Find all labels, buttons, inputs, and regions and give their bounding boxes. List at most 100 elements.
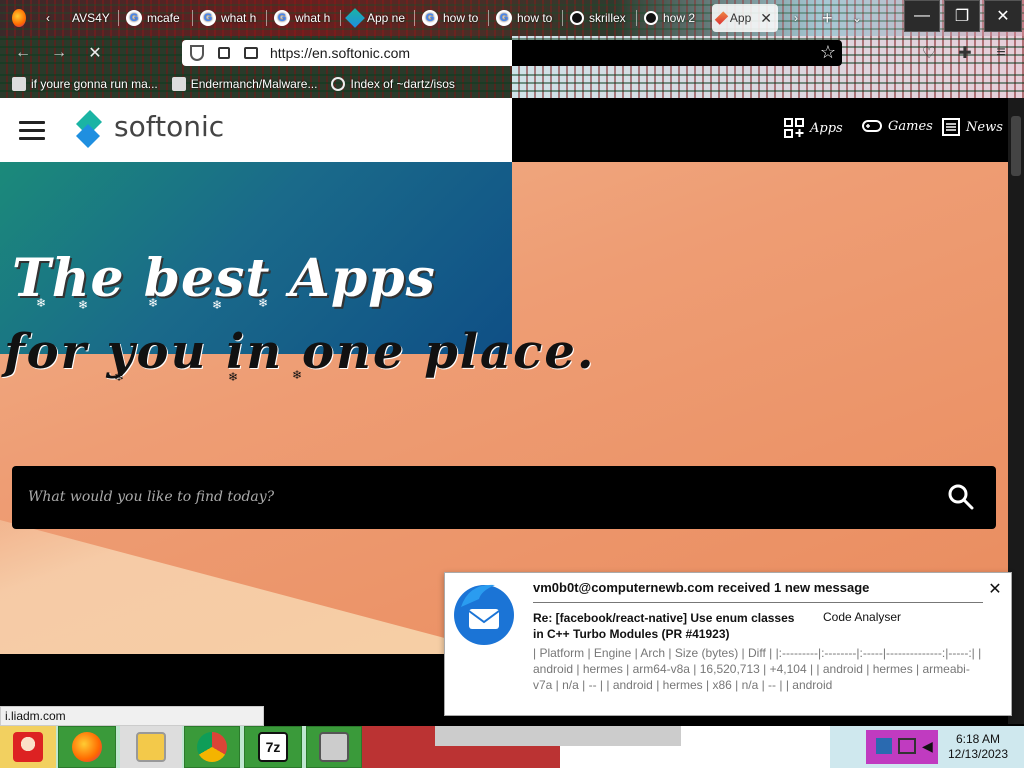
clock-date: 12/13/2023	[947, 747, 1009, 761]
stop-button[interactable]: ✕	[84, 42, 106, 64]
search-icon[interactable]	[948, 484, 974, 510]
chevron-down-icon: ⌄	[852, 11, 863, 25]
softonic-logo-icon[interactable]	[72, 110, 106, 148]
menu-button[interactable]	[19, 121, 45, 140]
tab[interactable]: G what h	[268, 4, 338, 32]
extensions-button[interactable]: ✚	[954, 42, 976, 64]
nav-games[interactable]: Games	[862, 118, 933, 134]
bookmark-label: Endermanch/Malware...	[190, 77, 318, 91]
status-url: i.liadm.com	[0, 706, 264, 726]
close-icon[interactable]: ✕	[987, 579, 1003, 599]
tab-active[interactable]: App ✕	[712, 4, 778, 32]
tab[interactable]: G mcafe	[120, 4, 190, 32]
forward-button[interactable]: →	[48, 42, 70, 64]
app-menu-button[interactable]: ≡	[990, 42, 1012, 64]
system-clock[interactable]: 6:18 AM 12/13/2023	[940, 732, 1016, 762]
logo-text[interactable]: softonic	[114, 110, 224, 143]
nav-label: News	[966, 119, 1003, 135]
restore-icon: ❐	[954, 8, 970, 25]
github-icon	[644, 11, 658, 25]
clock-time: 6:18 AM	[955, 732, 1001, 746]
firefox-icon	[72, 732, 102, 762]
taskbar-task-manager[interactable]	[306, 726, 362, 768]
bookmark-item[interactable]: Endermanch/Malware...	[171, 77, 318, 91]
tab-firefox-menu[interactable]	[6, 4, 32, 32]
tab-label: how to	[443, 11, 479, 25]
back-button[interactable]: ←	[12, 42, 34, 64]
bookmark-item[interactable]: if youre gonna run ma...	[12, 77, 158, 91]
taskbar-firefox[interactable]	[58, 726, 116, 768]
nav-news[interactable]: News	[942, 118, 1003, 136]
stop-x-icon: ✕	[88, 45, 102, 62]
bookmark-icon	[12, 77, 26, 91]
bookmark-label: Index of ~dartz/isos	[350, 77, 455, 91]
close-window-button[interactable]: ✕	[984, 0, 1022, 32]
google-icon: G	[496, 10, 512, 26]
list-tabs-button[interactable]: ⌄	[846, 4, 868, 32]
tab[interactable]: G how to	[416, 4, 486, 32]
puzzle-icon: ✚	[958, 45, 972, 62]
plus-icon: +	[822, 7, 833, 28]
taskbar-file-explorer[interactable]	[120, 726, 182, 768]
google-icon: G	[274, 10, 290, 26]
hero-graphic	[0, 520, 520, 658]
tab-scroll-right[interactable]: ›	[788, 4, 808, 32]
news-icon	[942, 118, 960, 136]
bookmark-item[interactable]: Index of ~dartz/isos	[331, 77, 455, 91]
tab[interactable]: skrillex	[564, 4, 634, 32]
tab[interactable]: G how to	[490, 4, 560, 32]
nav-label: Games	[888, 118, 933, 134]
tab-label: how to	[517, 11, 553, 25]
url-bar[interactable]: https://en.softonic.com ☆	[182, 40, 842, 66]
tab-label: what h	[221, 11, 257, 25]
arrow-right-icon: →	[51, 44, 67, 61]
shield-icon	[190, 45, 204, 61]
taskbar-7zip[interactable]: 7z	[244, 726, 302, 768]
notification-sender: vm0b0t@computernewb.com received 1 new m…	[533, 580, 870, 595]
scrollbar-thumb[interactable]	[1011, 116, 1021, 176]
nav-apps[interactable]: Apps	[784, 118, 843, 138]
tab[interactable]: App ne	[342, 4, 412, 32]
apps-grid-icon	[784, 118, 804, 138]
tab[interactable]: how 2	[638, 4, 708, 32]
snowflake-icon: ❄	[78, 298, 89, 312]
firefox-icon	[12, 9, 26, 27]
display-icon	[898, 738, 916, 754]
close-icon: ✕	[996, 8, 1010, 25]
minimize-button[interactable]: —	[904, 0, 940, 32]
taskbar-empty-slot	[435, 726, 681, 746]
tab-label: App	[729, 11, 752, 25]
task-manager-icon	[319, 732, 349, 762]
taskbar-chrome[interactable]	[184, 726, 240, 768]
tab-label: skrillex	[589, 11, 626, 25]
chevron-left-icon: ‹	[46, 11, 50, 25]
minimize-icon: —	[914, 7, 930, 24]
volume-icon[interactable]: ◀	[922, 738, 933, 755]
notification-folder: Code Analyser	[823, 610, 902, 624]
google-icon: G	[200, 10, 216, 26]
search-bar	[12, 466, 996, 529]
restore-button[interactable]: ❐	[944, 0, 980, 32]
pocket-button[interactable]: ♡	[918, 42, 940, 64]
new-tab-button[interactable]: +	[816, 4, 838, 32]
menu-icon: ≡	[996, 44, 1006, 61]
tab-label: what h	[295, 11, 331, 25]
system-tray[interactable]: ◀	[866, 730, 938, 764]
close-icon[interactable]: ✕	[760, 10, 772, 27]
tab-label: App ne	[367, 11, 406, 25]
tab-label: how 2	[663, 11, 696, 25]
tab[interactable]: AVS4Y	[66, 4, 116, 32]
tab[interactable]: G what h	[194, 4, 264, 32]
network-icon	[876, 738, 892, 754]
star-icon[interactable]: ☆	[820, 42, 836, 63]
start-button[interactable]	[0, 726, 56, 768]
tab-scroll-left[interactable]: ‹	[40, 4, 64, 32]
email-notification[interactable]: vm0b0t@computernewb.com received 1 new m…	[444, 572, 1012, 716]
divider	[533, 602, 983, 603]
snowflake-icon: ❄	[228, 370, 239, 384]
search-input[interactable]	[28, 484, 908, 510]
github-icon	[570, 11, 584, 25]
snowflake-icon: ❄	[292, 368, 303, 382]
snowflake-icon: ❄	[114, 370, 125, 384]
pocket-icon: ♡	[921, 45, 937, 62]
